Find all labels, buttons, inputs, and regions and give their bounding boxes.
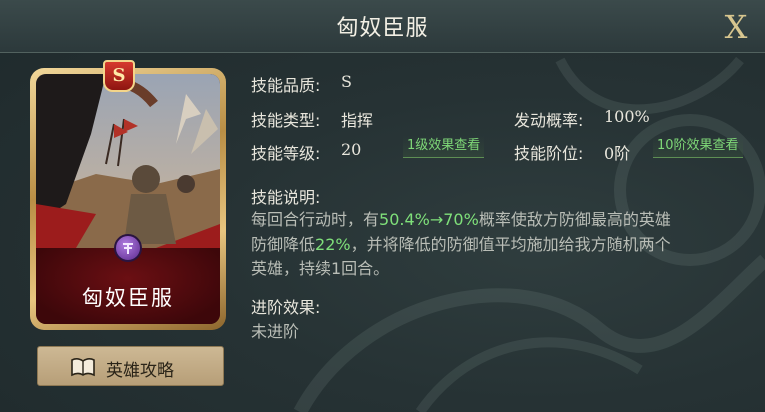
skill-rank-label: 技能阶位: [514, 144, 584, 163]
hero-guide-button[interactable]: 英雄攻略 [37, 346, 224, 386]
skill-quality-value: S [341, 72, 352, 91]
skill-card-inner: 匈奴臣服 [36, 74, 220, 324]
title-bar: 匈奴臣服 X [0, 0, 765, 53]
skill-quality-label: 技能品质: [251, 76, 321, 95]
skill-type-label: 技能类型: [251, 111, 321, 130]
skill-description-label: 技能说明: [251, 188, 321, 207]
desc-text-1: 每回合行动时，有 [251, 210, 380, 229]
trigger-rate-value: 100% [604, 107, 650, 126]
desc-text-3: 防御降低 [251, 234, 316, 254]
desc-highlight-reduction: 22% [315, 234, 351, 254]
desc-text-4: ，并将降低的防御值平均施加给我方随机两个 [350, 234, 671, 254]
hero-guide-label: 英雄攻略 [106, 361, 174, 381]
skill-card-name: 匈奴臣服 [82, 286, 174, 310]
book-icon [71, 358, 95, 377]
desc-text-2: 概率使敌方防御最高的英雄 [478, 210, 671, 229]
trigger-rate-label: 发动概率: [514, 111, 584, 130]
skill-rank-value: 0阶 [604, 144, 631, 163]
advance-effect-label: 进阶效果: [251, 298, 321, 317]
desc-text-5: 英雄，持续1回合。 [251, 259, 390, 278]
skill-level-value: 20 [341, 140, 362, 159]
skill-level-label: 技能等级: [251, 144, 321, 163]
skill-card-artwork [36, 74, 220, 248]
skill-type-emblem-icon [114, 234, 142, 262]
rank-10-effect-button[interactable]: 10阶效果查看 [653, 136, 743, 158]
skill-type-value: 指挥 [341, 111, 374, 130]
dialog-title: 匈奴臣服 [336, 16, 429, 41]
skill-description: 每回合行动时，有50.4%→70%概率使敌方防御最高的英雄防御降低22%，并将降… [251, 208, 741, 282]
close-button[interactable]: X [716, 8, 756, 46]
advance-effect-value: 未进阶 [251, 322, 300, 341]
desc-highlight-chance: 50.4%→70% [379, 210, 479, 229]
grade-badge: S [103, 60, 135, 92]
level-1-effect-button[interactable]: 1级效果查看 [403, 136, 485, 158]
skill-card: 匈奴臣服 [30, 68, 226, 330]
command-emblem-icon [123, 243, 133, 254]
